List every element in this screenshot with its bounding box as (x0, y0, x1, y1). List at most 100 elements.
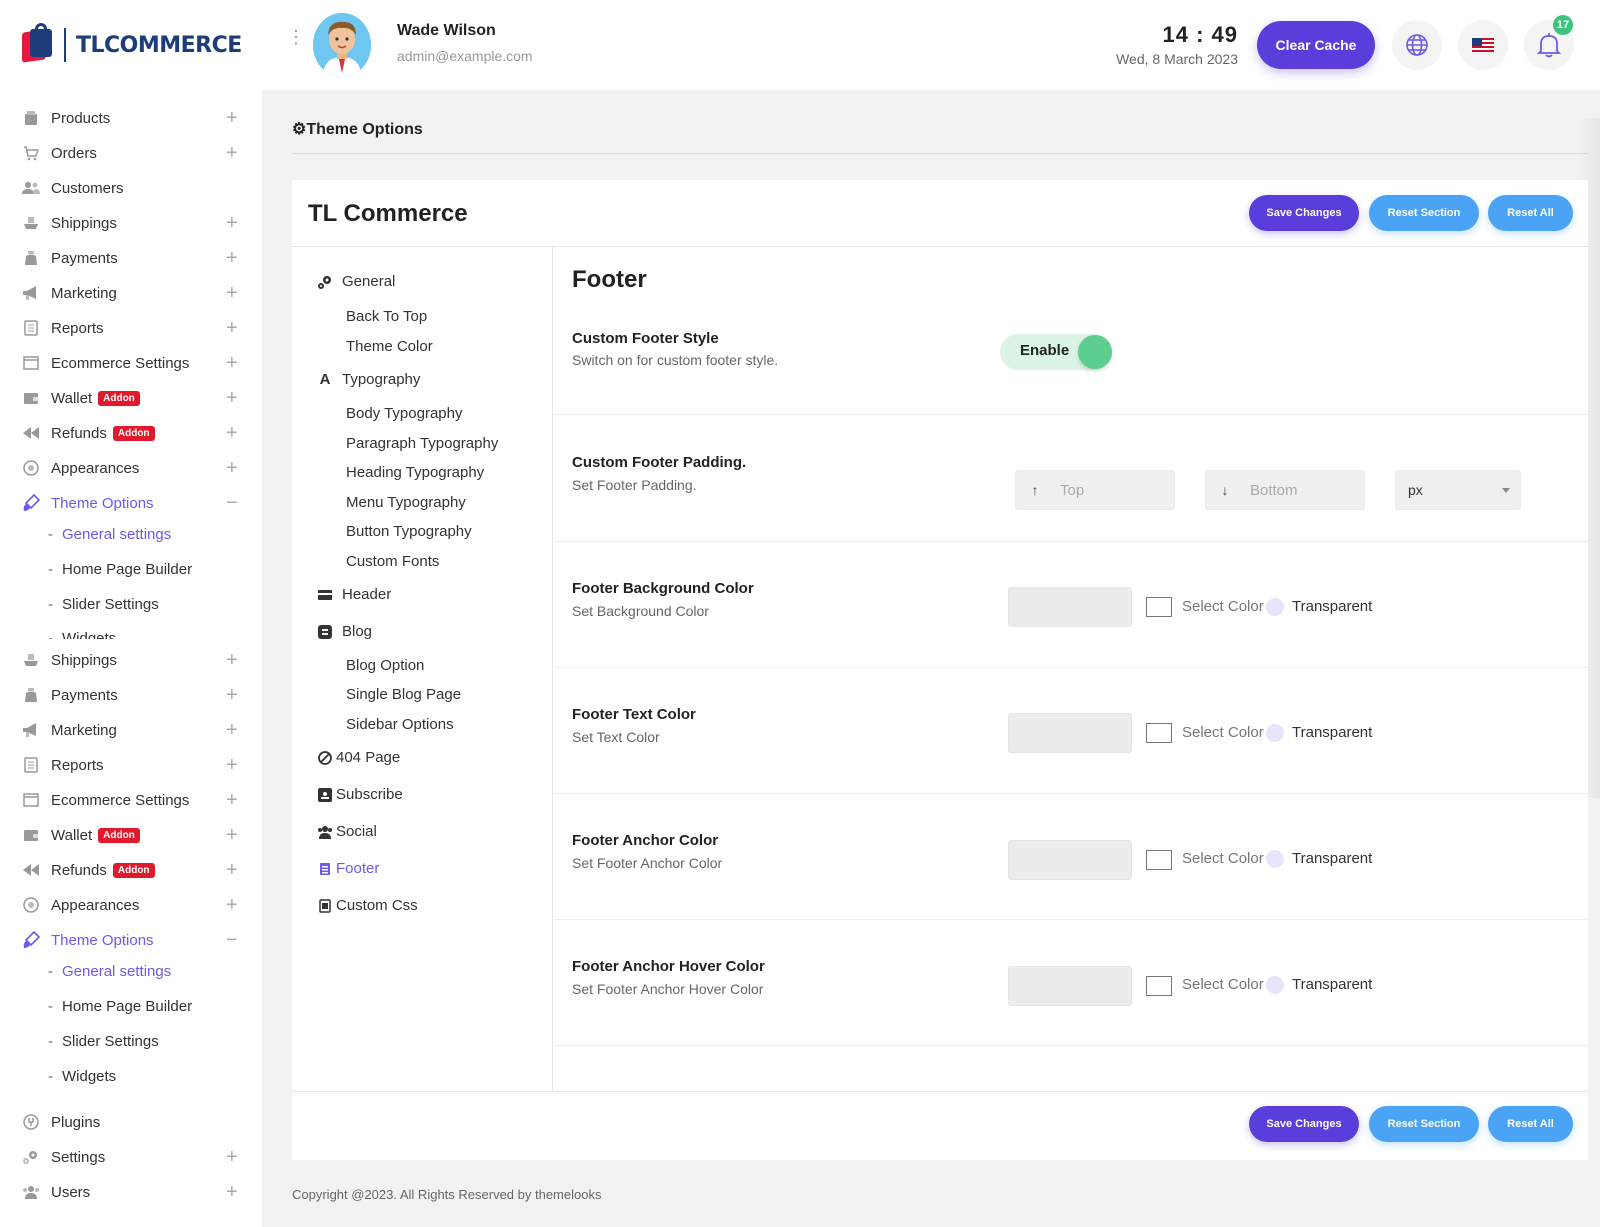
expand-icon[interactable]: + (226, 649, 238, 672)
expand-icon[interactable]: + (226, 352, 238, 375)
sidebar-subitem-general-settings[interactable]: - General settings (48, 963, 171, 980)
sidebar-item-products[interactable]: Products + (0, 100, 262, 136)
tab-header[interactable]: Header (316, 586, 391, 603)
expand-icon[interactable]: + (226, 282, 238, 305)
tab-blog[interactable]: Blog (316, 623, 372, 640)
sidebar-item-orders[interactable]: Orders + (0, 135, 262, 171)
select-color-label[interactable]: Select Color (1182, 598, 1264, 615)
tab-blog-option[interactable]: Blog Option (346, 657, 424, 674)
transparent-radio[interactable] (1266, 598, 1284, 616)
expand-icon[interactable]: + (226, 859, 238, 882)
tab-footer[interactable]: Footer (316, 860, 379, 877)
sidebar-toggle-icon[interactable]: ⋮ (287, 28, 305, 46)
bg-color-swatch[interactable] (1146, 597, 1172, 617)
sidebar-item-plugins[interactable]: Plugins (0, 1104, 262, 1140)
expand-icon[interactable]: + (226, 719, 238, 742)
expand-icon[interactable]: + (226, 684, 238, 707)
avatar[interactable] (313, 13, 371, 77)
reset-all-button[interactable]: Reset All (1488, 1106, 1573, 1142)
anchor-hover-color-input[interactable] (1008, 966, 1132, 1006)
select-color-label[interactable]: Select Color (1182, 850, 1264, 867)
sidebar-subitem-widgets[interactable]: - Widgets (48, 630, 116, 639)
sidebar-item-reports[interactable]: Reports + (0, 747, 262, 783)
text-color-swatch[interactable] (1146, 723, 1172, 743)
custom-footer-style-toggle[interactable]: Enable (1000, 334, 1112, 370)
tab-single-blog-page[interactable]: Single Blog Page (346, 686, 461, 703)
tab-custom-css[interactable]: Custom Css (316, 897, 418, 914)
expand-icon[interactable]: + (226, 247, 238, 270)
sidebar-item-payments[interactable]: Payments + (0, 677, 262, 713)
sidebar-item-marketing[interactable]: Marketing + (0, 712, 262, 748)
sidebar-item-theme-options[interactable]: Theme Options − (0, 922, 262, 958)
anchor-color-swatch[interactable] (1146, 850, 1172, 870)
transparent-radio[interactable] (1266, 850, 1284, 868)
expand-icon[interactable]: + (226, 142, 238, 165)
reset-section-button[interactable]: Reset Section (1369, 195, 1479, 231)
save-changes-button[interactable]: Save Changes (1249, 1106, 1359, 1142)
collapse-icon[interactable]: − (226, 929, 238, 952)
expand-icon[interactable]: + (226, 457, 238, 480)
sidebar-item-reports[interactable]: Reports + (0, 310, 262, 346)
expand-icon[interactable]: + (226, 1146, 238, 1169)
tab-sidebar-options[interactable]: Sidebar Options (346, 716, 454, 733)
anchor-hover-color-swatch[interactable] (1146, 976, 1172, 996)
text-color-input[interactable] (1008, 713, 1132, 753)
transparent-radio[interactable] (1266, 724, 1284, 742)
sidebar-subitem-general-settings[interactable]: - General settings (48, 526, 171, 543)
sidebar-item-ecommerce-settings[interactable]: Ecommerce Settings + (0, 345, 262, 381)
tab-menu-typography[interactable]: Menu Typography (346, 494, 466, 511)
expand-icon[interactable]: + (226, 317, 238, 340)
sidebar-subitem-home-page-builder[interactable]: - Home Page Builder (48, 998, 192, 1015)
tab-button-typography[interactable]: Button Typography (346, 523, 472, 540)
tab-custom-fonts[interactable]: Custom Fonts (346, 553, 439, 570)
sidebar-item-refunds[interactable]: Refunds Addon + (0, 852, 262, 888)
transparent-radio[interactable] (1266, 976, 1284, 994)
brand-logo[interactable]: TLCOMMERCE (20, 23, 242, 65)
clear-cache-button[interactable]: Clear Cache (1257, 21, 1375, 69)
anchor-color-input[interactable] (1008, 840, 1132, 880)
sidebar-item-customers[interactable]: Customers (0, 170, 262, 206)
sidebar-item-payments[interactable]: Payments + (0, 240, 262, 276)
tab-social[interactable]: Social (316, 823, 377, 840)
tab-general[interactable]: General (316, 273, 395, 290)
flag-button[interactable] (1458, 20, 1508, 70)
tab-body-typography[interactable]: Body Typography (346, 405, 462, 422)
sidebar-item-shippings[interactable]: Shippings + (0, 642, 262, 678)
sidebar-item-wallet[interactable]: Wallet Addon + (0, 817, 262, 853)
expand-icon[interactable]: + (226, 824, 238, 847)
sidebar-item-theme-options[interactable]: Theme Options − (0, 485, 262, 521)
tab-theme-color[interactable]: Theme Color (346, 338, 433, 355)
expand-icon[interactable]: + (226, 107, 238, 130)
expand-icon[interactable]: + (226, 789, 238, 812)
expand-icon[interactable]: + (226, 894, 238, 917)
expand-icon[interactable]: + (226, 1181, 238, 1204)
sidebar-item-appearances[interactable]: Appearances + (0, 450, 262, 486)
sidebar-item-refunds[interactable]: Refunds Addon + (0, 415, 262, 451)
sidebar-subitem-widgets[interactable]: - Widgets (48, 1068, 116, 1085)
tab-typography[interactable]: A Typography (316, 371, 421, 388)
tab-subscribe[interactable]: Subscribe (316, 786, 403, 803)
tab-404-page[interactable]: 404 Page (316, 749, 400, 766)
save-changes-button[interactable]: Save Changes (1249, 195, 1359, 231)
sidebar-item-settings[interactable]: Settings + (0, 1139, 262, 1175)
tab-heading-typography[interactable]: Heading Typography (346, 464, 484, 481)
sidebar-item-marketing[interactable]: Marketing + (0, 275, 262, 311)
sidebar-item-shippings[interactable]: Shippings + (0, 205, 262, 241)
expand-icon[interactable]: + (226, 212, 238, 235)
sidebar-subitem-home-page-builder[interactable]: - Home Page Builder (48, 561, 192, 578)
expand-icon[interactable]: + (226, 387, 238, 410)
collapse-icon[interactable]: − (226, 492, 238, 515)
expand-icon[interactable]: + (226, 754, 238, 777)
language-button[interactable] (1392, 20, 1442, 70)
expand-icon[interactable]: + (226, 422, 238, 445)
bg-color-input[interactable] (1008, 587, 1132, 627)
sidebar-subitem-slider-settings[interactable]: - Slider Settings (48, 1033, 159, 1050)
sidebar-item-ecommerce-settings[interactable]: Ecommerce Settings + (0, 782, 262, 818)
sidebar-item-users[interactable]: Users + (0, 1174, 262, 1210)
sidebar-item-appearances[interactable]: Appearances + (0, 887, 262, 923)
reset-all-button[interactable]: Reset All (1488, 195, 1573, 231)
padding-unit-select[interactable]: px (1395, 470, 1521, 510)
reset-section-button[interactable]: Reset Section (1369, 1106, 1479, 1142)
select-color-label[interactable]: Select Color (1182, 724, 1264, 741)
sidebar-subitem-slider-settings[interactable]: - Slider Settings (48, 596, 159, 613)
